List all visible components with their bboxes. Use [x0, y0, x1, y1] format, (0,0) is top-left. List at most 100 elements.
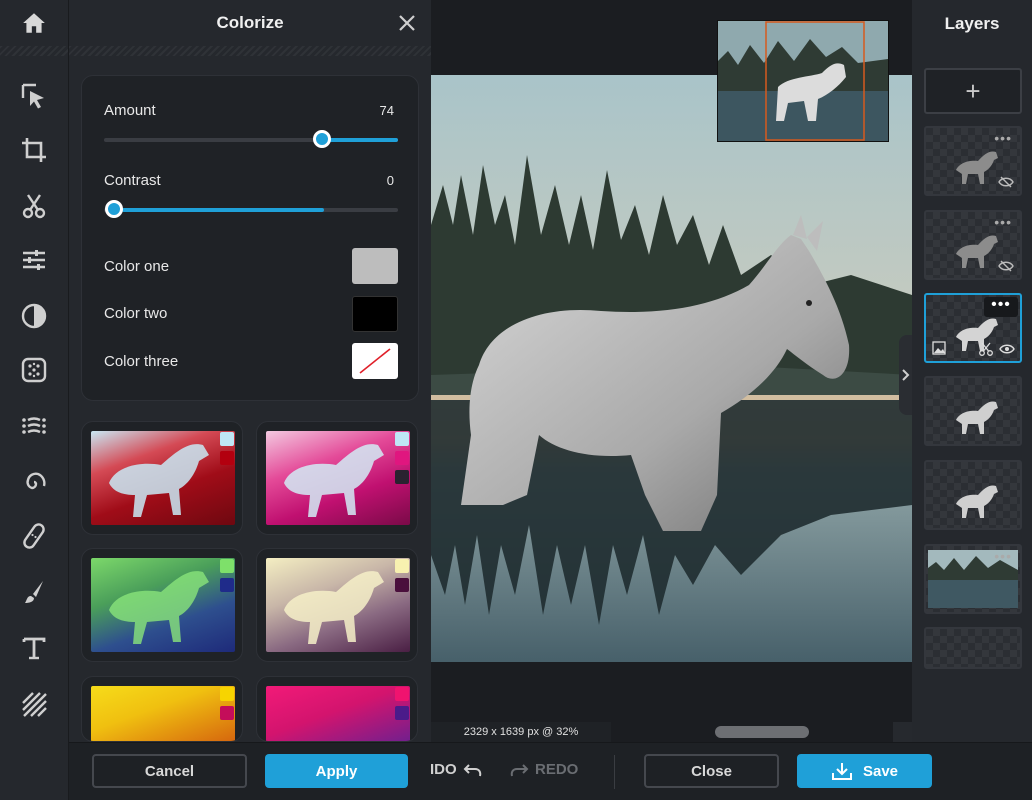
preset-thumbnail: [91, 686, 235, 741]
preset-color-swatch: [395, 706, 409, 720]
colorize-panel: Colorize Amount 74 Contrast 0 Color one …: [69, 0, 431, 800]
action-bar: Cancel Apply IDO REDO Close Save: [69, 742, 1032, 800]
brush-tool-button[interactable]: [14, 572, 54, 612]
cancel-button[interactable]: Cancel: [92, 754, 247, 788]
preset-magenta[interactable]: [256, 421, 418, 535]
horse-silhouette-icon: [109, 444, 209, 517]
layer-item[interactable]: [924, 376, 1022, 446]
diagonal-lines-icon: [22, 692, 47, 717]
heal-tool-button[interactable]: [14, 516, 54, 556]
crop-tool-button[interactable]: [14, 130, 54, 170]
collapse-layers-toggle[interactable]: [899, 335, 912, 415]
preset-color-swatch: [220, 578, 234, 592]
distort-tool-button[interactable]: [14, 462, 54, 502]
layer-more-menu[interactable]: •••: [994, 130, 1012, 146]
layers-title: Layers: [944, 14, 1000, 33]
color-one-swatch[interactable]: [352, 248, 398, 284]
undo-label: IDO: [430, 761, 457, 778]
liquify-tool-button[interactable]: [14, 406, 54, 446]
colorize-settings-card: Amount 74 Contrast 0 Color one Color two…: [81, 75, 419, 401]
adjust-tool-button[interactable]: [14, 240, 54, 280]
amount-value: 74: [379, 103, 394, 118]
scissors-icon[interactable]: [978, 342, 994, 356]
preset-color-swatch: [395, 578, 409, 592]
effects-tool-button[interactable]: [14, 350, 54, 390]
contrast-slider-handle[interactable]: [105, 200, 123, 218]
text-t-icon: [22, 637, 46, 660]
tool-rail: [0, 0, 69, 800]
apply-button[interactable]: Apply: [265, 754, 408, 788]
layer-item[interactable]: •••: [924, 126, 1022, 196]
layer-thumbnail: [956, 485, 998, 518]
minimap-thumbnail: [718, 21, 888, 141]
action-divider: [614, 755, 615, 789]
select-arrow-icon: [21, 83, 44, 109]
preset-color-swatch: [395, 470, 409, 484]
photo-scene: [431, 75, 912, 662]
color-three-swatch[interactable]: [352, 343, 398, 379]
photo-editor: Colorize Amount 74 Contrast 0 Color one …: [0, 0, 1032, 800]
close-icon: [399, 15, 415, 31]
layer-item-selected[interactable]: •••: [924, 293, 1022, 363]
text-tool-button[interactable]: [14, 628, 54, 668]
wave-dots-icon: [22, 417, 46, 434]
horse-silhouette-icon: [109, 571, 209, 644]
add-layer-button[interactable]: +: [924, 68, 1022, 114]
layer-more-menu[interactable]: •••: [994, 214, 1012, 230]
layer-item[interactable]: [924, 460, 1022, 530]
layer-item-empty[interactable]: [924, 627, 1022, 669]
preset-thumbnail: [91, 558, 235, 652]
home-button[interactable]: [0, 0, 68, 46]
scissors-icon: [22, 194, 46, 219]
horse-silhouette-icon: [284, 571, 384, 644]
color-two-label: Color two: [104, 305, 168, 322]
select-tool-button[interactable]: [14, 76, 54, 116]
close-button[interactable]: Close: [644, 754, 779, 788]
image-canvas[interactable]: 2329 x 1639 px @ 32%: [431, 0, 912, 742]
image-icon[interactable]: [932, 341, 946, 355]
filter-tool-button[interactable]: [14, 296, 54, 336]
horse-silhouette-icon: [284, 444, 384, 517]
preset-color-swatch: [395, 687, 409, 701]
eye-hidden-icon[interactable]: [998, 176, 1014, 188]
preset-thumbnail: [266, 558, 410, 652]
preset-thumbnail: [266, 431, 410, 525]
preset-cream[interactable]: [256, 548, 418, 662]
close-panel-button[interactable]: [395, 11, 419, 35]
navigator-minimap[interactable]: [717, 20, 889, 142]
save-button[interactable]: Save: [797, 754, 932, 788]
layer-more-menu[interactable]: •••: [984, 297, 1018, 317]
color-two-swatch[interactable]: [352, 296, 398, 332]
sliders-icon: [23, 250, 45, 270]
texture-tool-button[interactable]: [14, 684, 54, 724]
horizontal-scrollbar[interactable]: [715, 726, 809, 738]
preset-color-swatch: [220, 451, 234, 465]
layer-item[interactable]: •••: [924, 210, 1022, 280]
preset-color-swatch: [220, 706, 234, 720]
preset-color-swatch: [395, 559, 409, 573]
preset-red[interactable]: [81, 421, 243, 535]
undo-button[interactable]: IDO: [430, 761, 483, 778]
preset-thumbnail: [266, 686, 410, 741]
redo-label: REDO: [535, 761, 579, 778]
preset-color-swatch: [220, 432, 234, 446]
panel-divider: [69, 46, 431, 56]
preset-pink[interactable]: [256, 676, 418, 742]
contrast-circle-icon: [21, 303, 47, 329]
chevron-right-icon: [902, 369, 910, 381]
layer-more-menu[interactable]: •••: [994, 548, 1012, 564]
layer-item-background[interactable]: •••: [924, 544, 1022, 614]
redo-button[interactable]: REDO: [509, 761, 578, 778]
eye-icon[interactable]: [999, 343, 1015, 355]
canvas-size-zoom-status: 2329 x 1639 px @ 32%: [431, 722, 611, 742]
preset-yellow[interactable]: [81, 676, 243, 742]
eye-hidden-icon[interactable]: [998, 260, 1014, 272]
amount-slider-handle[interactable]: [312, 130, 331, 148]
preset-thumbnail: [91, 431, 235, 525]
cutout-tool-button[interactable]: [14, 186, 54, 226]
preset-green[interactable]: [81, 548, 243, 662]
save-label: Save: [862, 762, 899, 780]
crop-icon: [22, 138, 46, 162]
amount-slider-fill: [321, 138, 398, 142]
panel-header: Colorize: [69, 0, 431, 46]
